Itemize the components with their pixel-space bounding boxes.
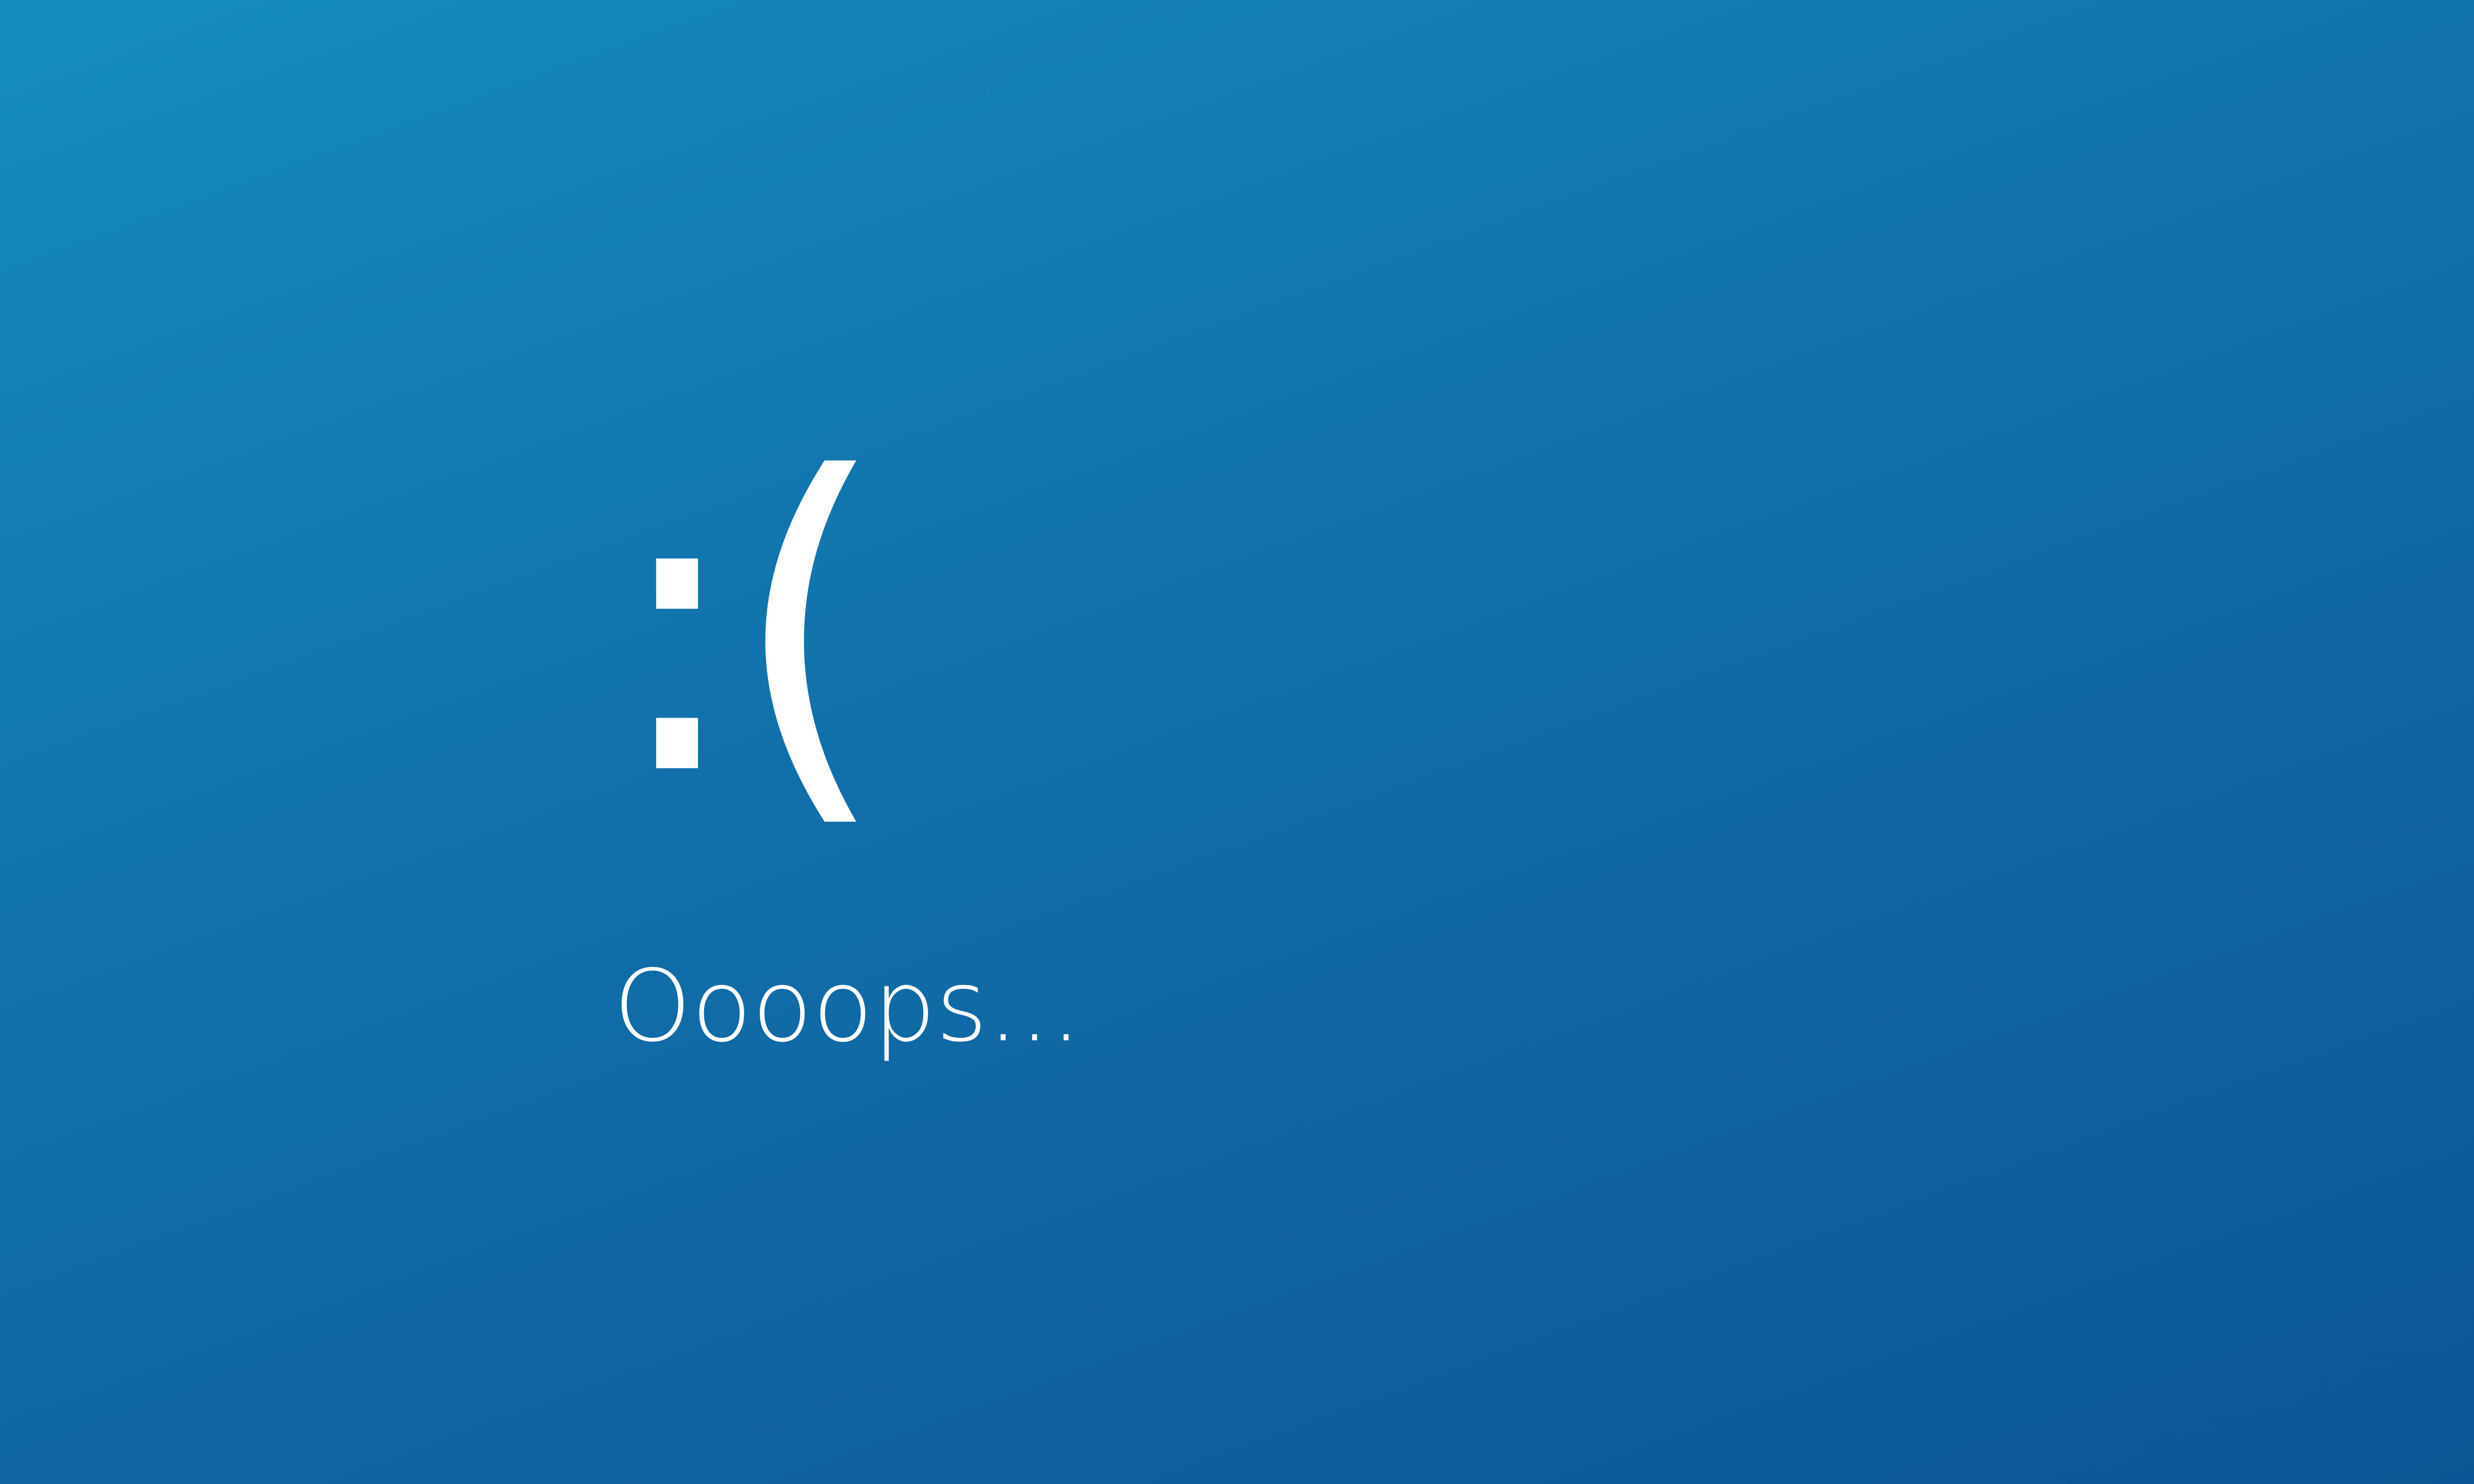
error-message: Oooops... xyxy=(614,949,1082,1064)
sad-face-emoticon: :( xyxy=(609,392,889,864)
error-screen: :( Oooops... xyxy=(0,0,2474,1484)
